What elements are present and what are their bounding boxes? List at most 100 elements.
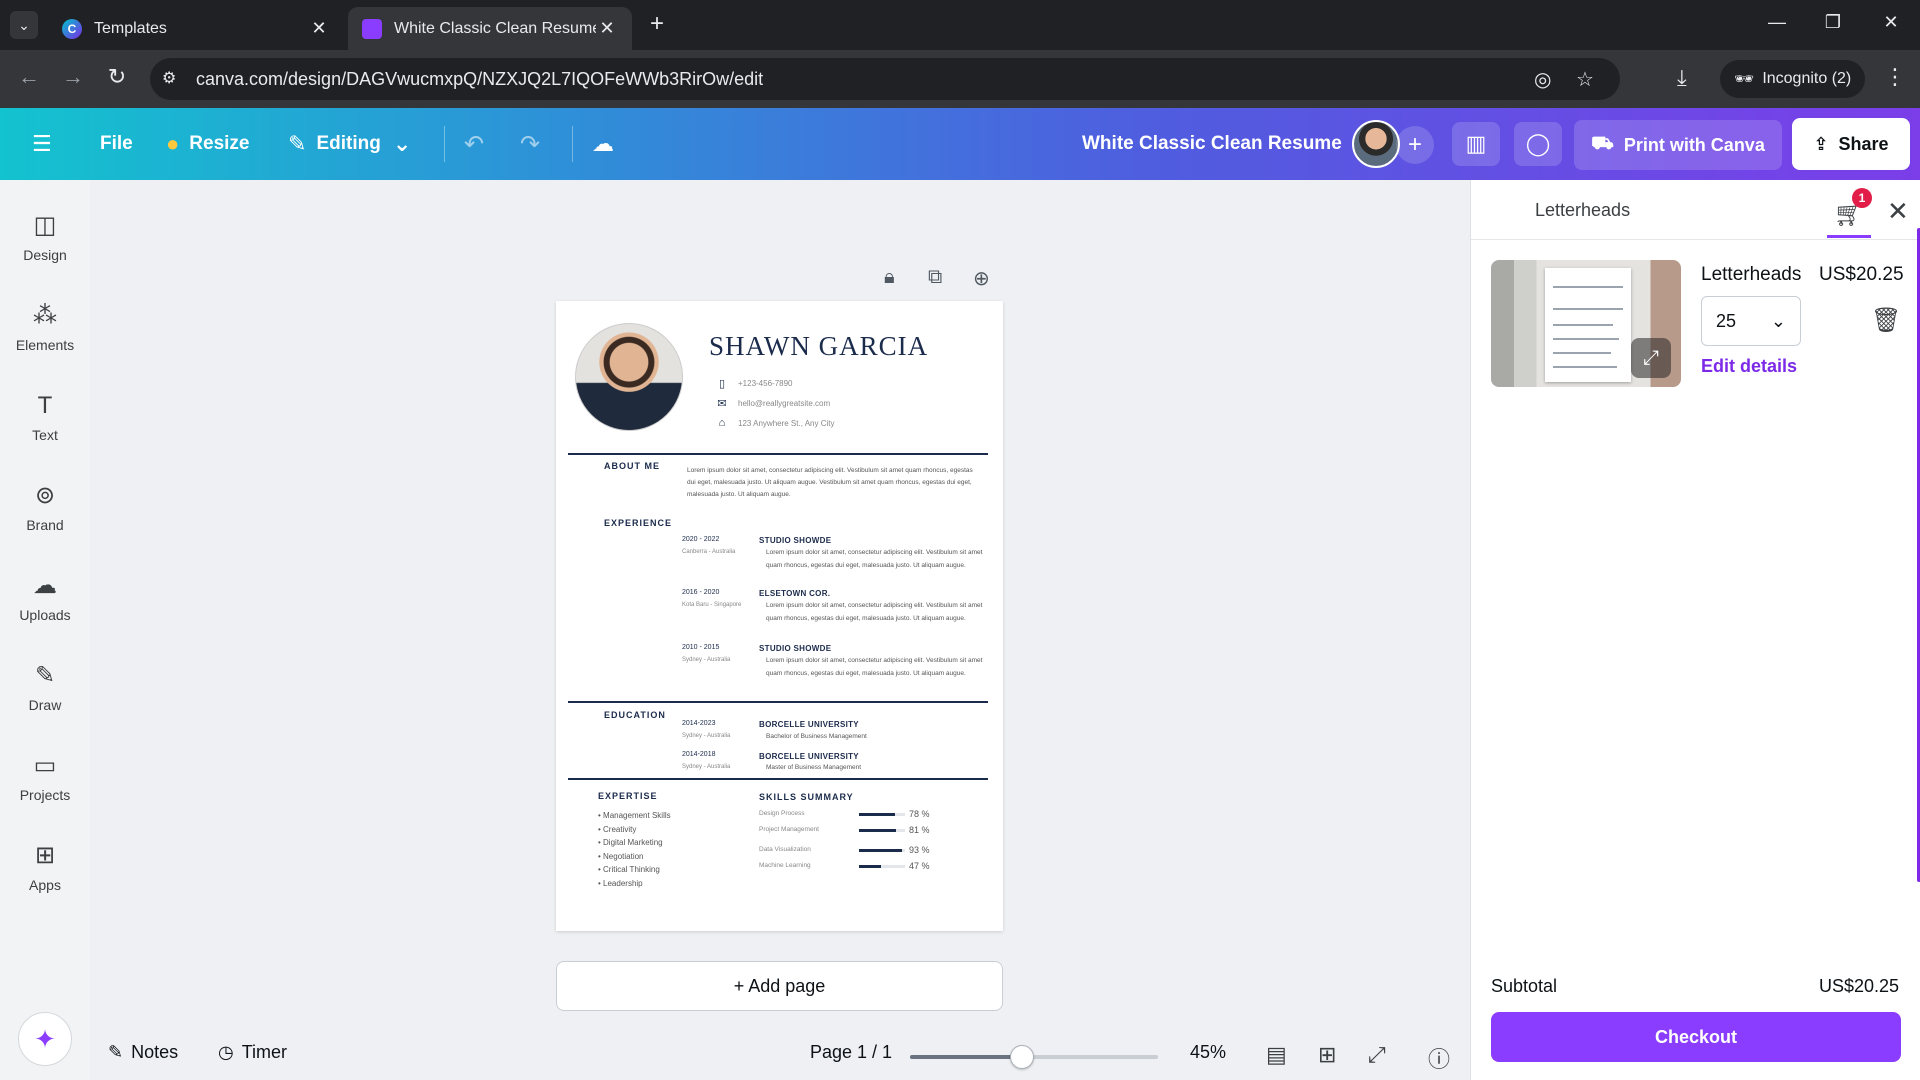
notes-button[interactable]: ✎ Notes <box>108 1042 178 1063</box>
undo-icon[interactable]: ↶ <box>464 108 484 180</box>
rail-item-draw[interactable]: ✎ Draw <box>0 650 90 724</box>
page-indicator[interactable]: Page 1 / 1 <box>810 1042 892 1063</box>
expand-icon[interactable]: ⤢ <box>1631 338 1671 378</box>
contact-address[interactable]: ⌂ 123 Anywhere St., Any City <box>716 417 835 429</box>
forward-icon[interactable]: → <box>58 64 88 90</box>
zoom-slider[interactable] <box>910 1055 1158 1059</box>
job-date[interactable]: 2010 - 2015 <box>682 644 719 651</box>
grid-view-icon[interactable]: ⊞ <box>1318 1042 1336 1068</box>
invite-plus-icon[interactable]: + <box>1396 126 1434 164</box>
add-page-button[interactable]: + Add page <box>556 961 1003 1011</box>
download-icon[interactable]: ⤓ <box>1677 65 1687 91</box>
duplicate-page-icon[interactable]: ⧉ <box>928 266 942 289</box>
analytics-icon[interactable]: ▥ <box>1452 122 1500 166</box>
rail-item-text[interactable]: T Text <box>0 380 90 454</box>
rail-item-brand[interactable]: ⊚ Brand <box>0 470 90 544</box>
edu-location[interactable]: Sydney - Australia <box>682 764 730 770</box>
skill-row[interactable]: Data Visualization 93 % <box>759 844 949 856</box>
page-view-icon[interactable]: ▤ <box>1266 1042 1287 1068</box>
checkout-button[interactable]: Checkout <box>1491 1012 1901 1062</box>
rail-item-uploads[interactable]: ☁ Uploads <box>0 560 90 634</box>
rail-item-design[interactable]: ◫ Design <box>0 200 90 274</box>
document-title[interactable]: White Classic Clean Resume <box>1082 108 1342 180</box>
minimize-icon[interactable]: — <box>1762 12 1792 33</box>
browser-tab-resume[interactable]: White Classic Clean Resume - A ✕ <box>348 7 632 50</box>
url-text[interactable]: canva.com/design/DAGVwucmxpQ/NZXJQ2L7IQO… <box>196 69 763 90</box>
contact-email[interactable]: ✉ hello@reallygreatsite.com <box>716 397 830 410</box>
profile-photo[interactable] <box>575 323 683 431</box>
job-description[interactable]: Lorem ipsum dolor sit amet, consectetur … <box>766 655 991 680</box>
close-tab-icon[interactable]: ✕ <box>596 18 618 39</box>
editing-mode-dropdown[interactable]: ✎ Editing ⌄ <box>288 108 421 180</box>
edu-degree[interactable]: Master of Business Management <box>766 764 861 771</box>
job-description[interactable]: Lorem ipsum dolor sit amet, consectetur … <box>766 547 991 572</box>
resize-button[interactable]: ● Resize <box>166 108 250 180</box>
tab-search-icon[interactable]: ⌄ <box>10 11 38 39</box>
omnibox[interactable]: ⚙ canva.com/design/DAGVwucmxpQ/NZXJQ2L7I… <box>150 58 1620 100</box>
resume-name[interactable]: SHAWN GARCIA <box>709 331 928 362</box>
job-description[interactable]: Lorem ipsum dolor sit amet, consectetur … <box>766 600 991 625</box>
product-thumbnail[interactable]: ⤢ <box>1491 260 1681 387</box>
zoom-level[interactable]: 45% <box>1190 1042 1226 1063</box>
contact-phone[interactable]: ▯ +123-456-7890 <box>716 377 793 390</box>
edu-date[interactable]: 2014-2018 <box>682 751 715 758</box>
eye-off-icon[interactable]: ◎ <box>1534 67 1551 92</box>
avatar[interactable] <box>1352 120 1400 168</box>
skills-heading[interactable]: SKILLS SUMMARY <box>759 792 854 802</box>
job-location[interactable]: Kota Baru - Singapore <box>682 602 741 608</box>
tab-letterheads[interactable]: Letterheads <box>1535 200 1630 221</box>
new-tab-button[interactable]: + <box>650 12 664 36</box>
bookmark-star-icon[interactable]: ☆ <box>1576 67 1594 92</box>
comment-icon[interactable]: ◯ <box>1514 122 1562 166</box>
restore-icon[interactable]: ❐ <box>1818 12 1848 33</box>
lock-icon[interactable]: 🔒︎ <box>884 266 895 289</box>
timer-button[interactable]: ◷ Timer <box>218 1042 287 1063</box>
rail-item-apps[interactable]: ⊞ Apps <box>0 830 90 904</box>
hamburger-menu-icon[interactable]: ☰ <box>32 108 62 180</box>
rail-item-elements[interactable]: ⁂ Elements <box>0 290 90 364</box>
close-tab-icon[interactable]: ✕ <box>308 18 330 39</box>
edu-date[interactable]: 2014-2023 <box>682 720 715 727</box>
skill-row[interactable]: Design Process 78 % <box>759 808 949 820</box>
cloud-save-icon[interactable]: ☁ <box>592 108 624 180</box>
share-button[interactable]: ⇪ Share <box>1792 118 1910 170</box>
magic-sparkle-icon[interactable]: ✦ <box>18 1012 72 1066</box>
education-heading[interactable]: EDUCATION <box>604 710 666 720</box>
browser-menu-icon[interactable]: ⋮ <box>1884 64 1906 90</box>
close-icon[interactable]: ✕ <box>1887 196 1909 227</box>
file-menu[interactable]: File <box>100 108 133 180</box>
fullscreen-icon[interactable]: ⤢ <box>1368 1042 1386 1068</box>
zoom-slider-handle[interactable] <box>1009 1045 1034 1069</box>
back-icon[interactable]: ← <box>14 64 44 90</box>
rail-item-projects[interactable]: ▭ Projects <box>0 740 90 814</box>
job-company[interactable]: ELSETOWN COR. <box>759 589 830 598</box>
help-icon[interactable]: ⓘ <box>1428 1042 1450 1074</box>
quantity-select[interactable]: 25 ⌄ <box>1701 296 1801 346</box>
window-close-icon[interactable]: ✕ <box>1876 12 1906 33</box>
job-date[interactable]: 2020 - 2022 <box>682 536 719 543</box>
resume-page[interactable]: SHAWN GARCIA ▯ +123-456-7890 ✉ hello@rea… <box>556 301 1003 931</box>
print-with-canva-button[interactable]: ⛟ Print with Canva <box>1574 120 1782 170</box>
edu-school[interactable]: BORCELLE UNIVERSITY <box>759 720 859 729</box>
about-text[interactable]: Lorem ipsum dolor sit amet, consectetur … <box>687 465 977 501</box>
skill-row[interactable]: Machine Learning 47 % <box>759 860 949 872</box>
edu-location[interactable]: Sydney - Australia <box>682 733 730 739</box>
edu-school[interactable]: BORCELLE UNIVERSITY <box>759 752 859 761</box>
job-location[interactable]: Sydney - Australia <box>682 657 730 663</box>
browser-tab-templates[interactable]: C Templates ✕ <box>48 7 344 50</box>
skill-row[interactable]: Project Management 81 % <box>759 824 949 836</box>
add-page-icon[interactable]: ⊕ <box>973 266 990 291</box>
trash-icon[interactable]: 🗑︎ <box>1871 306 1901 335</box>
job-location[interactable]: Canberra - Australia <box>682 549 735 555</box>
experience-heading[interactable]: EXPERIENCE <box>604 518 672 528</box>
redo-icon[interactable]: ↷ <box>520 108 540 180</box>
edu-degree[interactable]: Bachelor of Business Management <box>766 733 867 740</box>
edit-details-link[interactable]: Edit details <box>1701 356 1797 377</box>
site-info-icon[interactable]: ⚙ <box>162 68 176 88</box>
incognito-button[interactable]: 🕶 Incognito (2) <box>1720 60 1866 98</box>
job-company[interactable]: STUDIO SHOWDE <box>759 644 831 653</box>
reload-icon[interactable]: ↻ <box>102 64 132 90</box>
job-company[interactable]: STUDIO SHOWDE <box>759 536 831 545</box>
expertise-heading[interactable]: EXPERTISE <box>598 791 658 801</box>
about-heading[interactable]: ABOUT ME <box>604 461 660 471</box>
